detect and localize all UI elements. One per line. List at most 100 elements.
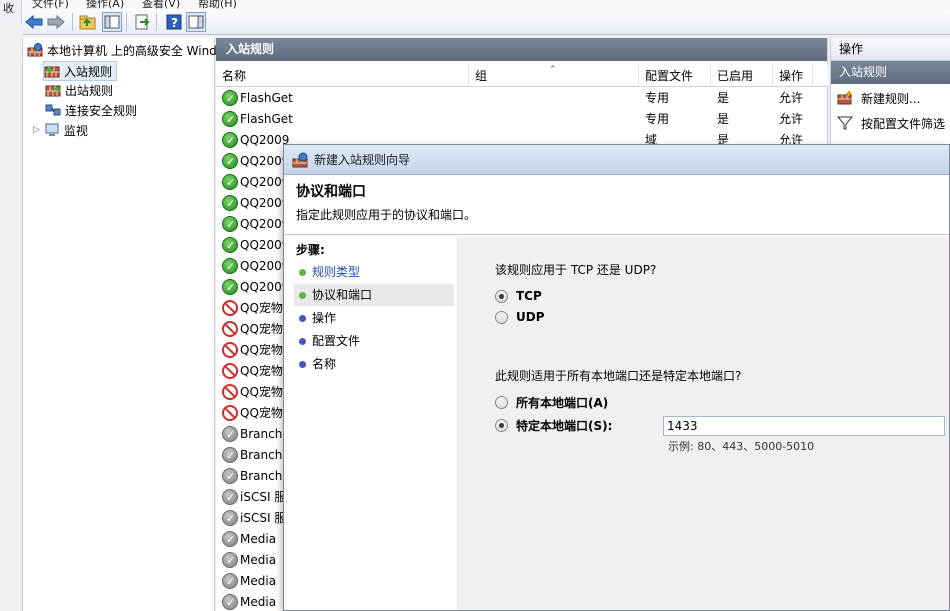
- help-icon[interactable]: ?: [164, 12, 184, 32]
- firewall-icon: [27, 43, 43, 57]
- disabled-rule-icon: [222, 508, 238, 529]
- radio-tcp[interactable]: TCP: [495, 287, 542, 305]
- console-tree: 本地计算机 上的高级安全 Windows 防火墙 入站规则 出站规则 连接安全规…: [22, 38, 280, 611]
- blocked-rule-icon: [222, 321, 238, 337]
- disabled-rule-icon: [222, 529, 238, 550]
- blocked-rule-icon: [222, 363, 238, 379]
- sort-arrow-icon: ⌃: [549, 65, 557, 75]
- filter-icon: [836, 115, 854, 131]
- menubar: 文件(F) 操作(A) 查看(V) 帮助(H): [0, 0, 950, 9]
- table-row[interactable]: FlashGet 专用 是 允许: [216, 109, 828, 130]
- action-new-rule[interactable]: 新建规则...: [837, 88, 920, 108]
- disabled-rule-icon: [222, 445, 238, 466]
- rule-name: QQ宠物: [240, 343, 283, 357]
- radio-all-local-ports[interactable]: 所有本地端口(A): [495, 393, 608, 411]
- expand-arrow-icon[interactable]: ▷: [33, 125, 40, 135]
- left-edge-label: 收: [3, 2, 14, 15]
- rule-name: FlashGet: [240, 91, 293, 105]
- tree-item-connection-security-rules[interactable]: 连接安全规则: [45, 100, 137, 120]
- up-folder-icon[interactable]: [78, 12, 98, 32]
- allowed-rule-icon: [222, 109, 238, 130]
- action-filter-by-profile[interactable]: 按配置文件筛选: [836, 113, 946, 133]
- allowed-rule-icon: [222, 214, 238, 235]
- rule-name: Media: [240, 595, 277, 609]
- step-protocol-and-ports: 协议和端口: [294, 284, 454, 306]
- new-rule-icon: [837, 90, 853, 106]
- ports-question: 此规则适用于所有本地端口还是特定本地端口?: [495, 369, 742, 383]
- rule-action: 允许: [779, 91, 804, 105]
- radio-button-icon[interactable]: [495, 289, 508, 303]
- tree-item-monitoring[interactable]: ▷ 监视: [33, 120, 88, 140]
- radio-udp-label: UDP: [516, 310, 545, 324]
- left-window-edge: 收: [0, 0, 22, 24]
- allowed-rule-icon: [222, 235, 238, 256]
- radio-button-icon[interactable]: [495, 418, 508, 432]
- rule-name: Media: [240, 574, 277, 588]
- list-header: 名称 组 ⌃ 配置文件 已启用 操作: [216, 65, 828, 87]
- rule-name: QQ宠物: [240, 385, 283, 399]
- rule-action: 允许: [779, 112, 804, 126]
- tree-item-label: 监视: [63, 123, 88, 138]
- actions-section-title[interactable]: 入站规则: [831, 61, 950, 84]
- disabled-rule-icon: [222, 550, 238, 571]
- action-label: 按配置文件筛选: [861, 116, 946, 131]
- disabled-rule-icon: [222, 571, 238, 592]
- wizard-steps: 步骤: 规则类型 协议和端口 操作 配置文件 名称: [290, 237, 456, 610]
- radio-button-icon[interactable]: [495, 310, 508, 324]
- rule-name: QQ宠物: [240, 322, 283, 336]
- rule-enabled: 是: [717, 91, 730, 105]
- specific-ports-input[interactable]: [663, 416, 945, 436]
- tree-item-inbound-rules[interactable]: 入站规则: [43, 61, 118, 81]
- wizard-titlebar[interactable]: 新建入站规则向导: [284, 145, 949, 175]
- disabled-rule-icon: [222, 424, 238, 445]
- allowed-rule-icon: [222, 256, 238, 277]
- menu-view[interactable]: 查看(V): [142, 0, 180, 9]
- radio-specific-local-ports[interactable]: 特定本地端口(S):: [495, 416, 612, 434]
- rule-profile: 专用: [645, 91, 670, 105]
- export-list-icon[interactable]: [132, 12, 152, 32]
- blocked-rule-icon: [222, 384, 238, 400]
- allowed-rule-icon: [222, 151, 238, 172]
- menu-file[interactable]: 文件(F): [32, 0, 69, 9]
- col-header-name[interactable]: 名称: [216, 65, 469, 87]
- connection-security-icon: [45, 103, 61, 117]
- back-arrow-icon[interactable]: [24, 12, 44, 32]
- menu-help[interactable]: 帮助(H): [198, 0, 237, 9]
- inbound-rules-icon: [44, 64, 60, 78]
- show-hide-tree-icon[interactable]: [102, 12, 122, 32]
- forward-arrow-icon[interactable]: [46, 12, 66, 32]
- port-example-text: 示例: 80、443、5000-5010: [668, 440, 815, 453]
- toolbar: ?: [22, 9, 950, 35]
- rule-profile: 专用: [645, 112, 670, 126]
- menu-action[interactable]: 操作(A): [86, 0, 124, 9]
- rule-name: Media: [240, 553, 277, 567]
- col-header-action[interactable]: 操作: [773, 65, 813, 87]
- rule-name: QQ宠物: [240, 364, 283, 378]
- allowed-rule-icon: [222, 130, 238, 151]
- outbound-rules-icon: [45, 83, 61, 97]
- radio-button-icon[interactable]: [495, 395, 508, 409]
- allowed-rule-icon: [222, 193, 238, 214]
- tree-item-outbound-rules[interactable]: 出站规则: [45, 80, 113, 100]
- show-hide-action-pane-icon[interactable]: [186, 12, 206, 32]
- tree-item-label: 入站规则: [64, 64, 113, 79]
- table-row[interactable]: FlashGet 专用 是 允许: [216, 88, 828, 109]
- col-header-enabled[interactable]: 已启用: [711, 65, 773, 87]
- allowed-rule-icon: [222, 277, 238, 298]
- radio-all-ports-label: 所有本地端口(A): [516, 395, 609, 410]
- rule-enabled: 是: [717, 112, 730, 126]
- list-title: 入站规则: [216, 38, 827, 61]
- tree-item-label: 出站规则: [65, 83, 114, 98]
- step-action: 操作: [294, 307, 454, 329]
- col-header-group[interactable]: 组 ⌃: [469, 65, 639, 87]
- blocked-rule-icon: [222, 342, 238, 358]
- col-header-group-label: 组: [475, 69, 488, 83]
- new-inbound-rule-wizard: 新建入站规则向导 协议和端口 指定此规则应用于的协议和端口。 步骤: 规则类型 …: [283, 144, 950, 611]
- steps-title: 步骤:: [296, 243, 325, 257]
- radio-udp[interactable]: UDP: [495, 308, 545, 326]
- wizard-title: 新建入站规则向导: [314, 153, 411, 167]
- rule-name: Media: [240, 532, 277, 546]
- step-rule-type[interactable]: 规则类型: [294, 261, 454, 283]
- rule-name: QQ宠物: [240, 301, 283, 315]
- col-header-profile[interactable]: 配置文件: [639, 65, 711, 87]
